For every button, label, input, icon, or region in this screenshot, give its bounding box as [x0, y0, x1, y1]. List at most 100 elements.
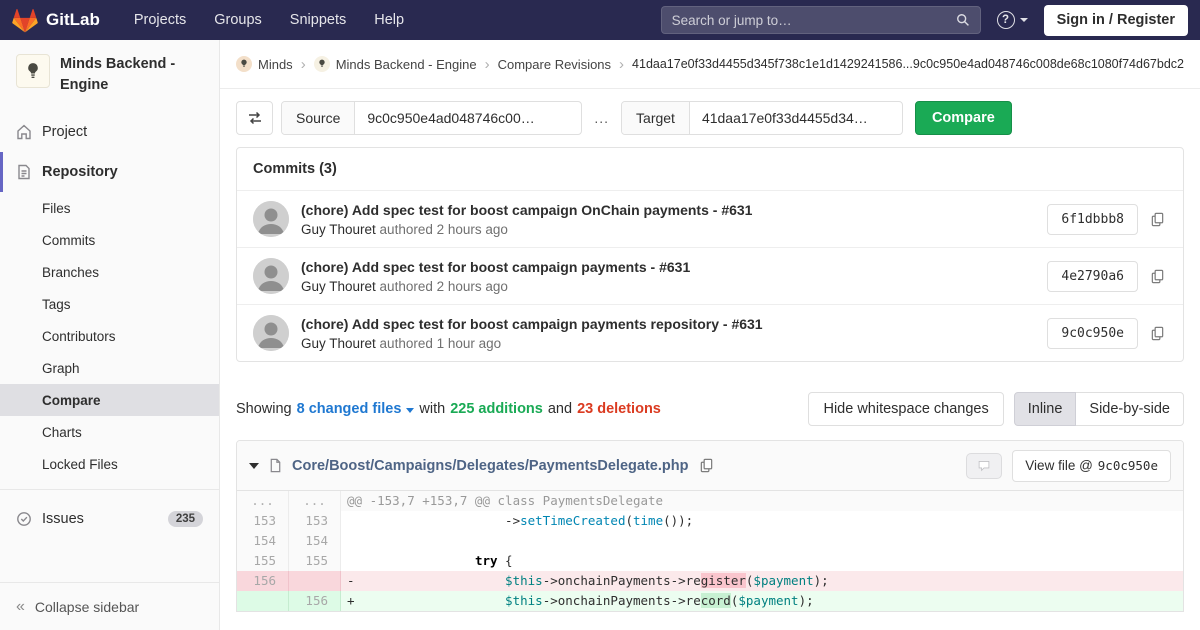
- commit-row: (chore) Add spec test for boost campaign…: [237, 191, 1183, 248]
- commit-title[interactable]: (chore) Add spec test for boost campaign…: [301, 316, 1047, 332]
- diff-file-actions: View file @ 9c0c950e: [966, 450, 1171, 482]
- commit-sha[interactable]: 9c0c950e: [1047, 318, 1138, 349]
- commit-row: (chore) Add spec test for boost campaign…: [237, 305, 1183, 361]
- collapse-label: Collapse sidebar: [35, 599, 139, 615]
- old-line-number[interactable]: 156: [237, 571, 289, 591]
- nav-link-groups[interactable]: Groups: [214, 12, 262, 28]
- side-by-side-view-button[interactable]: Side-by-side: [1075, 392, 1184, 426]
- commit-author-avatar[interactable]: [253, 201, 289, 237]
- copy-sha-button[interactable]: [1148, 267, 1167, 286]
- inline-view-button[interactable]: Inline: [1014, 392, 1077, 426]
- diff-code: - $this->onchainPayments->register($paym…: [341, 571, 1183, 591]
- old-line-number[interactable]: 155: [237, 551, 289, 571]
- tanuki-icon: [12, 8, 38, 33]
- diff-file-path[interactable]: Core/Boost/Campaigns/Delegates/PaymentsD…: [292, 458, 688, 474]
- sidebar-subitem-tags[interactable]: Tags: [0, 288, 219, 320]
- old-line-number[interactable]: 154: [237, 531, 289, 551]
- sidebar-subitem-files[interactable]: Files: [0, 192, 219, 224]
- source-input[interactable]: [355, 110, 581, 126]
- new-line-number[interactable]: [289, 571, 341, 591]
- search-input[interactable]: [672, 13, 956, 28]
- sidebar-menu: Project Repository FilesCommitsBranchesT…: [0, 112, 219, 539]
- old-line-number[interactable]: 153: [237, 511, 289, 531]
- diff-line-context: 153153 ->setTimeCreated(time());: [237, 511, 1183, 531]
- sidebar-item-project[interactable]: Project: [0, 112, 219, 152]
- nav-link-help[interactable]: Help: [374, 12, 404, 28]
- breadcrumb-current: 41daa17e0f33d4455d345f738c1e1d1429241586…: [632, 57, 1184, 71]
- commit-title[interactable]: (chore) Add spec test for boost campaign…: [301, 259, 1047, 275]
- view-file-button[interactable]: View file @ 9c0c950e: [1012, 450, 1171, 482]
- view-file-label: View file @: [1025, 458, 1092, 473]
- commit-author-avatar[interactable]: [253, 315, 289, 351]
- nav-link-projects[interactable]: Projects: [134, 12, 186, 28]
- bulb-icon: [24, 62, 42, 80]
- top-navbar: GitLab Projects Groups Snippets Help ? Sign…: [0, 0, 1200, 40]
- help-menu[interactable]: ?: [997, 11, 1028, 29]
- commit-list: (chore) Add spec test for boost campaign…: [237, 191, 1183, 361]
- source-label[interactable]: Source: [282, 102, 355, 134]
- project-context-header[interactable]: Minds Backend - Engine: [0, 40, 219, 108]
- compare-button[interactable]: Compare: [915, 101, 1012, 135]
- sidebar-subitem-branches[interactable]: Branches: [0, 256, 219, 288]
- breadcrumb-section[interactable]: Compare Revisions: [498, 57, 611, 72]
- breadcrumb-project[interactable]: Minds Backend - Engine: [314, 56, 477, 72]
- code-token: ->: [355, 513, 521, 528]
- commit-sha[interactable]: 4e2790a6: [1047, 261, 1138, 292]
- sidebar-item-label: Project: [42, 124, 87, 140]
- commit-author[interactable]: Guy Thouret: [301, 279, 376, 294]
- hide-whitespace-button[interactable]: Hide whitespace changes: [808, 392, 1003, 426]
- code-token: $this: [505, 573, 543, 588]
- copy-path-button[interactable]: [697, 456, 716, 475]
- commit-sha[interactable]: 6f1dbbb8: [1047, 204, 1138, 235]
- help-icon: ?: [997, 11, 1015, 29]
- new-line-number[interactable]: ...: [289, 491, 341, 511]
- sidebar-subitem-charts[interactable]: Charts: [0, 416, 219, 448]
- gitlab-logo[interactable]: GitLab: [12, 8, 100, 33]
- new-line-number[interactable]: 153: [289, 511, 341, 531]
- toggle-comments-button[interactable]: [966, 453, 1002, 479]
- collapse-diff-icon[interactable]: [249, 463, 259, 469]
- new-line-number[interactable]: 156: [289, 591, 341, 611]
- sidebar-subitem-graph[interactable]: Graph: [0, 352, 219, 384]
- sidebar-item-issues[interactable]: Issues 235: [0, 499, 219, 539]
- target-label[interactable]: Target: [622, 102, 690, 134]
- diff-sign: +: [347, 593, 355, 608]
- copy-icon: [1150, 212, 1165, 227]
- code-token: @@ -153,7 +153,7 @@ class PaymentsDelega…: [347, 493, 663, 508]
- diff-line-context: 154154: [237, 531, 1183, 551]
- with-label: with: [419, 401, 445, 417]
- search-box[interactable]: [661, 6, 981, 34]
- sidebar-subitem-contributors[interactable]: Contributors: [0, 320, 219, 352]
- target-input[interactable]: [690, 110, 902, 126]
- sidebar-subitem-compare[interactable]: Compare: [0, 384, 219, 416]
- code-token: $payment: [753, 573, 813, 588]
- commits-header: Commits (3): [237, 148, 1183, 191]
- search-icon[interactable]: [956, 13, 970, 27]
- changed-files-dropdown[interactable]: 8 changed files: [297, 401, 415, 417]
- sidebar-subitem-locked-files[interactable]: Locked Files: [0, 448, 219, 480]
- nav-link-snippets[interactable]: Snippets: [290, 12, 346, 28]
- chevron-double-left-icon: «: [16, 599, 25, 615]
- breadcrumb-group[interactable]: Minds: [236, 56, 293, 72]
- copy-sha-button[interactable]: [1148, 324, 1167, 343]
- commit-author[interactable]: Guy Thouret: [301, 336, 376, 351]
- copy-sha-button[interactable]: [1148, 210, 1167, 229]
- new-line-number[interactable]: 155: [289, 551, 341, 571]
- commit-author[interactable]: Guy Thouret: [301, 222, 376, 237]
- copy-icon: [1150, 269, 1165, 284]
- sidebar-item-repository[interactable]: Repository: [0, 152, 219, 192]
- code-token: (: [625, 513, 633, 528]
- project-avatar-small: [314, 56, 330, 72]
- commit-author-avatar[interactable]: [253, 258, 289, 294]
- new-line-number[interactable]: 154: [289, 531, 341, 551]
- compare-form: Source ... Target Compare: [236, 101, 1184, 135]
- sidebar-subitem-commits[interactable]: Commits: [0, 224, 219, 256]
- chevron-down-icon: [406, 408, 414, 413]
- old-line-number[interactable]: [237, 591, 289, 611]
- swap-revisions-button[interactable]: [236, 101, 273, 135]
- collapse-sidebar-button[interactable]: « Collapse sidebar: [0, 582, 219, 630]
- commit-title[interactable]: (chore) Add spec test for boost campaign…: [301, 202, 1047, 218]
- old-line-number[interactable]: ...: [237, 491, 289, 511]
- comment-icon: [977, 459, 991, 472]
- sign-in-button[interactable]: Sign in / Register: [1044, 5, 1188, 36]
